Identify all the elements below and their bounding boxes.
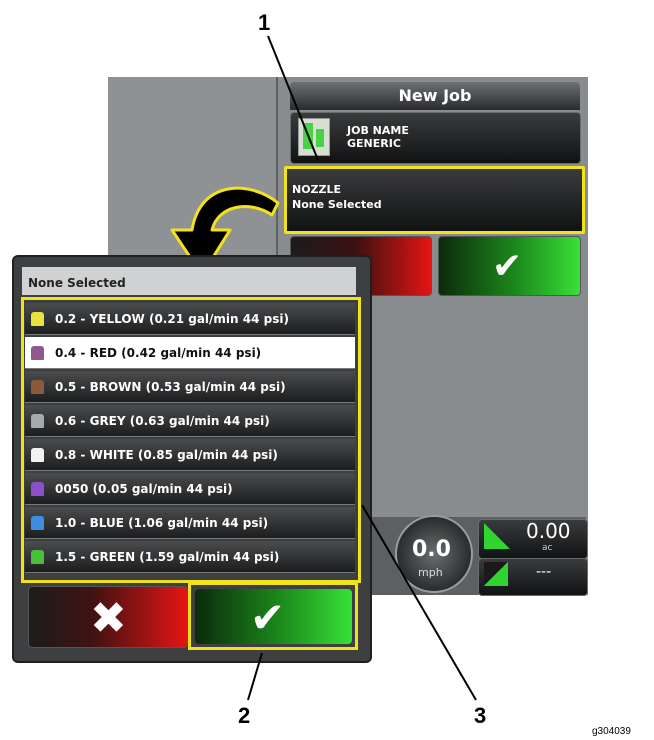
callout-lines xyxy=(247,35,477,701)
callout-1: 1 xyxy=(258,10,271,35)
figure-id: g304039 xyxy=(592,726,631,737)
callout-3: 3 xyxy=(474,703,487,728)
callout-2: 2 xyxy=(238,703,251,728)
